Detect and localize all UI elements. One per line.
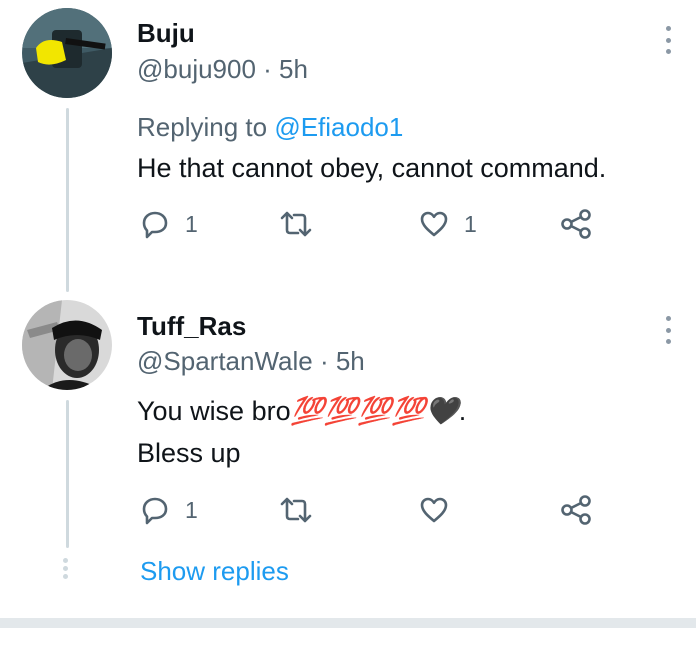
share-icon: [561, 209, 591, 239]
author-name[interactable]: Buju: [137, 18, 195, 48]
share-icon: [561, 495, 591, 525]
tweet-text: Bless up: [137, 435, 241, 471]
thread-line: [66, 108, 69, 292]
more-options-button[interactable]: [658, 22, 678, 58]
retweet-icon: [280, 211, 312, 237]
reply-count: 1: [185, 497, 198, 523]
avatar[interactable]: [22, 8, 112, 98]
author-name[interactable]: Tuff_Ras: [137, 311, 246, 341]
more-replies-dots: [63, 558, 68, 579]
share-button[interactable]: [560, 208, 594, 240]
tweet-text-line: You wise bro: [137, 396, 291, 426]
reply-icon: [142, 497, 168, 525]
like-button[interactable]: 1: [418, 208, 477, 240]
share-button[interactable]: [560, 494, 594, 526]
author-handle-time[interactable]: @SpartanWale · 5h: [137, 346, 365, 376]
reply-button[interactable]: 1: [139, 208, 198, 240]
author-handle-time[interactable]: @buju900 · 5h: [137, 54, 308, 84]
avatar-photo-icon: [22, 300, 112, 390]
thread-line: [66, 400, 69, 548]
avatar-photo-icon: [22, 8, 112, 98]
retweet-icon: [280, 497, 312, 523]
replying-handle-link[interactable]: @Efiaodo1: [274, 112, 403, 142]
reply-button[interactable]: 1: [139, 494, 198, 526]
retweet-button[interactable]: [276, 208, 330, 240]
tweet-text: You wise bro💯💯💯💯🖤.: [137, 393, 466, 429]
divider: [0, 618, 696, 628]
retweet-button[interactable]: [276, 494, 330, 526]
show-replies-link[interactable]: Show replies: [140, 555, 289, 587]
tweet-text: He that cannot obey, cannot command.: [137, 150, 606, 186]
emoji-run: 💯💯💯💯🖤: [290, 396, 459, 426]
tweet-text-line: Bless up: [137, 438, 241, 468]
replying-to: Replying to @Efiaodo1: [137, 112, 403, 142]
replying-label: Replying to: [137, 112, 275, 142]
like-count: 1: [464, 211, 477, 237]
heart-icon: [420, 211, 448, 237]
avatar[interactable]: [22, 300, 112, 390]
tweet-text-line: He that cannot obey, cannot command.: [137, 153, 607, 183]
tweet-text-period: .: [458, 396, 467, 426]
like-button[interactable]: [418, 494, 464, 526]
heart-icon: [420, 497, 448, 523]
reply-count: 1: [185, 211, 198, 237]
reply-icon: [142, 211, 168, 239]
more-options-button[interactable]: [658, 312, 678, 348]
